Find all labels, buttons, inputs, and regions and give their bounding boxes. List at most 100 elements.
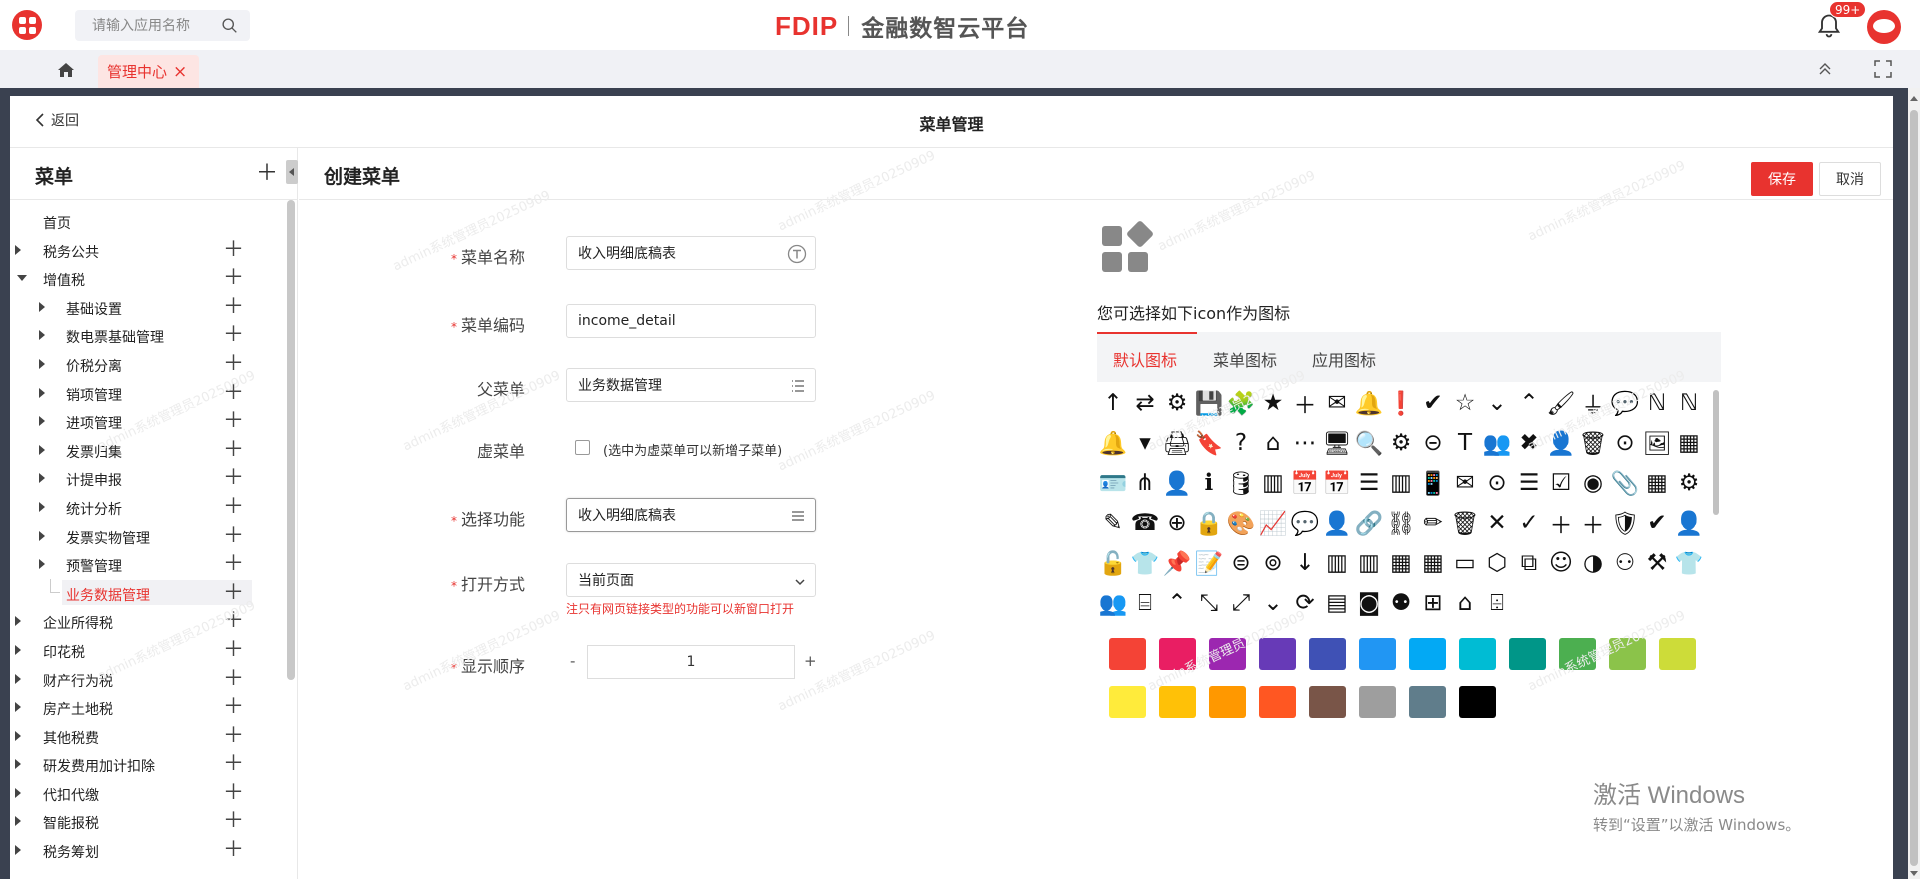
picker-icon[interactable]: ▥ bbox=[1321, 543, 1353, 583]
increment-button[interactable]: + bbox=[804, 652, 817, 670]
picker-icon[interactable]: 👤 bbox=[1545, 423, 1577, 463]
picker-icon[interactable]: 🖼 bbox=[1641, 423, 1673, 463]
picker-icon[interactable]: ◉ bbox=[1577, 463, 1609, 503]
add-child-menu-icon[interactable]: ＋ bbox=[223, 838, 244, 860]
picker-icon[interactable]: ▥ bbox=[1353, 543, 1385, 583]
picker-icon[interactable]: ⊙ bbox=[1481, 463, 1513, 503]
color-swatch[interactable] bbox=[1259, 638, 1296, 670]
user-avatar[interactable] bbox=[1867, 10, 1901, 44]
picker-icon[interactable]: ⤡ bbox=[1193, 583, 1225, 623]
tree-item[interactable]: 研发费用加计扣除 ＋ bbox=[10, 750, 285, 779]
add-child-menu-icon[interactable]: ＋ bbox=[223, 809, 244, 831]
tree-item[interactable]: 数电票基础管理 ＋ bbox=[10, 321, 285, 350]
tab-admin-center[interactable]: 管理中心 × bbox=[98, 55, 200, 88]
cancel-button[interactable]: 取消 bbox=[1819, 162, 1881, 196]
picker-icon[interactable]: 👤 bbox=[1161, 463, 1193, 503]
picker-icon[interactable]: ＋ bbox=[1545, 503, 1577, 543]
picker-icon[interactable]: ⚉ bbox=[1385, 583, 1417, 623]
picker-icon[interactable]: ✖ bbox=[1513, 423, 1545, 463]
picker-icon[interactable]: 👤 bbox=[1673, 503, 1705, 543]
page-scrollbar[interactable] bbox=[1908, 88, 1920, 879]
color-swatch[interactable] bbox=[1609, 638, 1646, 670]
color-swatch[interactable] bbox=[1109, 638, 1146, 670]
picker-icon[interactable]: ⋯ bbox=[1289, 423, 1321, 463]
tree-item[interactable]: 增值税 ＋ bbox=[10, 264, 285, 293]
picker-icon[interactable]: ▦ bbox=[1417, 543, 1449, 583]
display-order-stepper[interactable]: - 1 + bbox=[566, 645, 817, 679]
picker-icon[interactable]: ℹ bbox=[1193, 463, 1225, 503]
display-order-value[interactable]: 1 bbox=[587, 645, 795, 679]
picker-icon[interactable]: ⊝ bbox=[1417, 423, 1449, 463]
color-swatch[interactable] bbox=[1159, 638, 1196, 670]
color-swatch[interactable] bbox=[1109, 686, 1146, 718]
picker-icon[interactable]: ⇄ bbox=[1129, 383, 1161, 423]
picker-icon[interactable]: ▦ bbox=[1641, 463, 1673, 503]
add-child-menu-icon[interactable]: ＋ bbox=[223, 695, 244, 717]
tab-default-icons[interactable]: 默认图标 bbox=[1113, 347, 1177, 371]
text-type-icon[interactable] bbox=[787, 244, 807, 264]
tree-item[interactable]: 计提申报 ＋ bbox=[10, 464, 285, 493]
chevron-up-icon[interactable] bbox=[1817, 60, 1833, 76]
tree-item[interactable]: 财产行为税 ＋ bbox=[10, 665, 285, 694]
color-swatch[interactable] bbox=[1359, 638, 1396, 670]
picker-icon[interactable]: ↓ bbox=[1289, 543, 1321, 583]
caret-right-icon[interactable] bbox=[15, 244, 21, 255]
picker-icon[interactable]: ✕ bbox=[1481, 503, 1513, 543]
color-swatch[interactable] bbox=[1459, 638, 1496, 670]
tree-item[interactable]: 房产土地税 ＋ bbox=[10, 693, 285, 722]
add-child-menu-icon[interactable]: ＋ bbox=[223, 409, 244, 431]
add-child-menu-icon[interactable]: ＋ bbox=[223, 238, 244, 260]
picker-icon[interactable]: ⤢ bbox=[1225, 583, 1257, 623]
caret-right-icon[interactable] bbox=[15, 673, 21, 684]
tree-item[interactable]: 基础设置 ＋ bbox=[10, 293, 285, 322]
caret-right-icon[interactable] bbox=[39, 501, 45, 512]
picker-icon[interactable]: ⚙ bbox=[1673, 463, 1705, 503]
fullscreen-icon[interactable] bbox=[1874, 60, 1892, 78]
tree-item[interactable]: 价税分离 ＋ bbox=[10, 350, 285, 379]
picker-icon[interactable]: ⌄ bbox=[1481, 383, 1513, 423]
add-child-menu-icon[interactable]: ＋ bbox=[223, 609, 244, 631]
picker-icon[interactable]: ★ bbox=[1257, 383, 1289, 423]
picker-icon[interactable]: ℕ bbox=[1673, 383, 1705, 423]
caret-right-icon[interactable] bbox=[15, 816, 21, 827]
picker-icon[interactable]: ↑ bbox=[1097, 383, 1129, 423]
picker-icon[interactable]: ✉ bbox=[1321, 383, 1353, 423]
picker-icon[interactable]: ✔ bbox=[1641, 503, 1673, 543]
menu-name-input[interactable]: 收入明细底稿表 bbox=[566, 236, 816, 270]
caret-right-icon[interactable] bbox=[39, 301, 45, 312]
tab-app-icons[interactable]: 应用图标 bbox=[1312, 347, 1376, 371]
function-select[interactable]: 收入明细底稿表 bbox=[566, 498, 816, 532]
tree-item[interactable]: 首页 bbox=[10, 207, 285, 236]
picker-icon[interactable]: 👕 bbox=[1129, 543, 1161, 583]
picker-icon[interactable]: 🔓 bbox=[1097, 543, 1129, 583]
picker-icon[interactable]: ⌃ bbox=[1161, 583, 1193, 623]
add-child-menu-icon[interactable]: ＋ bbox=[223, 438, 244, 460]
add-root-menu-button[interactable]: ＋ bbox=[256, 163, 278, 185]
picker-icon[interactable]: ⊙ bbox=[1609, 423, 1641, 463]
add-child-menu-icon[interactable]: ＋ bbox=[223, 781, 244, 803]
picker-icon[interactable]: ⬡ bbox=[1481, 543, 1513, 583]
add-child-menu-icon[interactable]: ＋ bbox=[223, 552, 244, 574]
caret-right-icon[interactable] bbox=[39, 358, 45, 369]
picker-icon[interactable]: 🗑 bbox=[1449, 503, 1481, 543]
picker-icon[interactable]: ☆ bbox=[1449, 383, 1481, 423]
caret-down-icon[interactable] bbox=[17, 275, 27, 282]
picker-icon[interactable]: ⧉ bbox=[1513, 543, 1545, 583]
color-swatch[interactable] bbox=[1359, 686, 1396, 718]
caret-right-icon[interactable] bbox=[39, 559, 45, 570]
picker-icon[interactable]: 👥 bbox=[1097, 583, 1129, 623]
color-swatch[interactable] bbox=[1459, 686, 1496, 718]
picker-icon[interactable]: ⊜ bbox=[1225, 543, 1257, 583]
picker-icon[interactable]: ⏚ bbox=[1577, 383, 1609, 423]
picker-icon[interactable]: ▦ bbox=[1385, 543, 1417, 583]
picker-icon[interactable]: 👥 bbox=[1481, 423, 1513, 463]
picker-icon[interactable]: ⌸ bbox=[1129, 583, 1161, 623]
color-swatch[interactable] bbox=[1209, 686, 1246, 718]
add-child-menu-icon[interactable]: ＋ bbox=[223, 266, 244, 288]
tree-item[interactable]: 业务数据管理 ＋ bbox=[10, 578, 285, 608]
color-swatch[interactable] bbox=[1209, 638, 1246, 670]
picker-icon[interactable]: 🖌 bbox=[1545, 383, 1577, 423]
picker-icon[interactable]: 🗑 bbox=[1577, 423, 1609, 463]
decrement-button[interactable]: - bbox=[570, 652, 575, 670]
add-child-menu-icon[interactable]: ＋ bbox=[223, 667, 244, 689]
